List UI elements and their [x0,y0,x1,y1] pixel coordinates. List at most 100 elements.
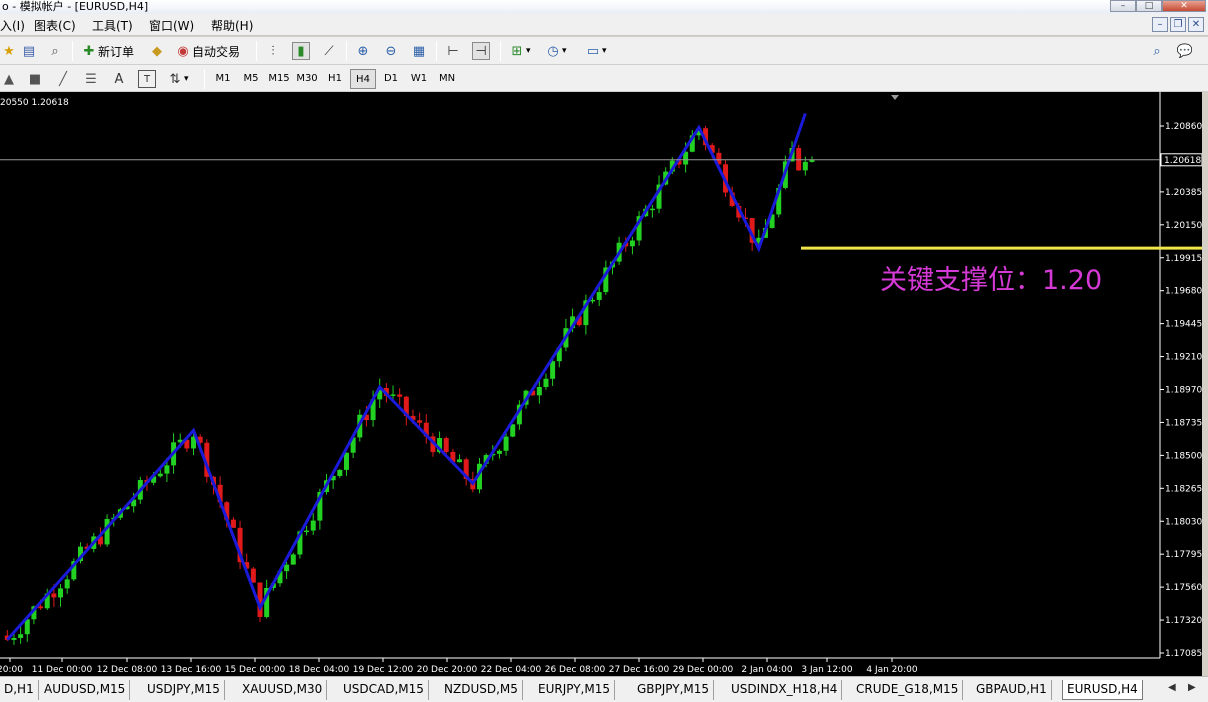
time-tick-label: 3 Jan 12:00 [801,665,853,675]
timeframe-h4[interactable]: H4 [350,69,376,89]
window-border [1202,92,1208,676]
minimize-button[interactable]: – [1110,0,1136,12]
templates-icon[interactable]: ▭ ▾ [584,41,607,61]
price-chart[interactable]: 1.20860 1.20618 1.20385 1.20150 1.19915 1.196… [0,92,1202,676]
price-tick-label: 1.19210 [1165,353,1202,363]
tab-nzdusd-m5[interactable]: NZDUSD,M5 [440,680,523,700]
time-tick-label: 12 Dec 08:00 [97,665,158,675]
chart-canvas[interactable]: 1.20860 1.20618 1.20385 1.20150 1.19915 1.196… [0,92,1202,676]
candle-body [629,240,635,247]
tab-gbpaud-h1[interactable]: GBPAUD,H1 [972,680,1052,700]
market-watch-icon[interactable]: ▤ [20,41,38,61]
tab-usdcad-m15[interactable]: USDCAD,M15 [339,680,429,700]
fibonacci-tool-icon[interactable]: ☰ [82,69,100,89]
new-order-button[interactable]: ✚ 新订单 [80,41,134,61]
window-title: o - 模拟帐户 - [EURUSD,H4] [2,0,149,13]
tab-scroll-left-icon[interactable]: ◀ [1168,682,1176,693]
time-tick-label: 26 Dec 08:00 [545,665,606,675]
candle-body [164,465,170,474]
candlestick-icon[interactable]: ▮ [292,41,310,61]
current-price-label: 1.20618 [1164,156,1201,166]
candle-body [11,637,17,640]
tab-crude-m15[interactable]: CRUDE_G18,M15 [852,680,964,700]
candle-body [503,436,509,451]
chat-icon[interactable]: 💬 [1176,41,1194,61]
favorites-icon[interactable]: ★ [0,41,18,61]
maximize-button[interactable]: □ [1136,0,1162,12]
timeframe-m30[interactable]: M30 [294,69,320,89]
trendline-tool-icon[interactable]: ╱ [54,69,72,89]
price-tick-label: 1.18265 [1165,484,1202,494]
auto-scroll-icon[interactable]: ⊣ [472,41,490,61]
arrows-tool-icon[interactable]: ⇅ ▾ [166,69,189,89]
tab-eurjpy-m15[interactable]: EURJPY,M15 [534,680,615,700]
rectangle-tool-icon[interactable]: ■ [26,69,44,89]
candle-body [802,161,808,171]
chart-shift-icon[interactable]: ⊢ [444,41,462,61]
line-chart-icon[interactable]: ⟋ [320,41,338,61]
price-tick-label: 1.19915 [1165,254,1202,264]
zoom-out-icon[interactable]: ⊖ [382,41,400,61]
time-tick-label: 11 Dec 00:00 [32,665,93,675]
candle-body [24,619,30,635]
timeframe-h1[interactable]: H1 [322,69,348,89]
timeframe-w1[interactable]: W1 [406,69,432,89]
candle-body [536,387,542,396]
zoom-in-icon[interactable]: ⊕ [354,41,372,61]
mdi-restore-button[interactable]: ❐ [1170,17,1186,32]
tab-usdindx-h4[interactable]: USDINDX_H18,H4 [727,680,843,700]
navigator-icon[interactable]: ⌕ [46,41,64,61]
candle-body [550,361,556,379]
new-order-icon: ✚ [83,43,95,59]
tab-chart-1[interactable]: D,H1 [0,680,39,700]
candle-body [496,450,502,454]
label-tool-icon[interactable]: T [138,69,156,89]
price-tick-label: 1.20860 [1165,122,1202,132]
tab-eurusd-h4[interactable]: EURUSD,H4 [1062,680,1143,700]
menu-bar: 入(I) 图表(C) 工具(T) 窗口(W) 帮助(H) – ❐ ✕ [0,14,1208,36]
auto-trade-button[interactable]: ◉ 自动交易 [174,41,240,61]
timeframe-m15[interactable]: M15 [266,69,292,89]
tab-audusd-m15[interactable]: AUDUSD,M15 [40,680,131,700]
mdi-minimize-button[interactable]: – [1152,17,1168,32]
menu-help[interactable]: 帮助(H) [211,17,253,34]
menu-tools[interactable]: 工具(T) [92,17,133,34]
tab-gbpjpy-m15[interactable]: GBPJPY,M15 [633,680,715,700]
bar-chart-icon[interactable]: ⫶ [264,41,282,61]
candle-body [250,568,256,583]
experts-icon[interactable]: ◆ [148,41,166,61]
timeframe-m5[interactable]: M5 [238,69,264,89]
candle-body [304,530,310,533]
time-tick-label: 22 Dec 04:00 [481,665,542,675]
menu-insert[interactable]: 入(I) [0,17,25,34]
menu-charts[interactable]: 图表(C) [34,17,76,34]
tab-xauusd-m30[interactable]: XAUUSD,M30 [238,680,328,700]
indicators-icon[interactable]: ⊞ ▾ [508,41,531,61]
price-tick-label: 1.20385 [1165,188,1202,198]
price-tick-label: 1.17560 [1165,583,1202,593]
tab-scroll-right-icon[interactable]: ▶ [1188,682,1196,693]
time-tick-label: 4 Jan 20:00 [866,665,918,675]
close-button[interactable]: ✕ [1162,0,1206,12]
mdi-close-button[interactable]: ✕ [1188,17,1204,32]
zigzag-line [6,112,807,641]
tile-windows-icon[interactable]: ▦ [410,41,428,61]
periods-icon[interactable]: ◷ ▾ [544,41,566,61]
timeframe-d1[interactable]: D1 [378,69,404,89]
timeframe-m1[interactable]: M1 [210,69,236,89]
text-tool-icon[interactable]: A [110,69,128,89]
drawing-toolbar: ▲ ■ ╱ ☰ A T ⇅ ▾ M1 M5 M15 M30 H1 H4 D1 W1… [0,65,1208,92]
time-tick-label: 18 Dec 04:00 [289,665,350,675]
triangle-tool-icon[interactable]: ▲ [0,69,18,89]
tab-usdjpy-m15[interactable]: USDJPY,M15 [143,680,225,700]
search-icon[interactable]: ⌕ [1148,41,1166,61]
candle-body [337,469,343,476]
candle-body [543,378,549,388]
candle-body [230,519,236,528]
time-tick-label: 2 Jan 04:00 [741,665,793,675]
candle-body [343,452,349,470]
price-tick-label: 1.19445 [1165,320,1202,330]
timeframe-mn[interactable]: MN [434,69,460,89]
menu-window[interactable]: 窗口(W) [149,17,194,34]
price-tick-label: 1.18500 [1165,451,1202,461]
